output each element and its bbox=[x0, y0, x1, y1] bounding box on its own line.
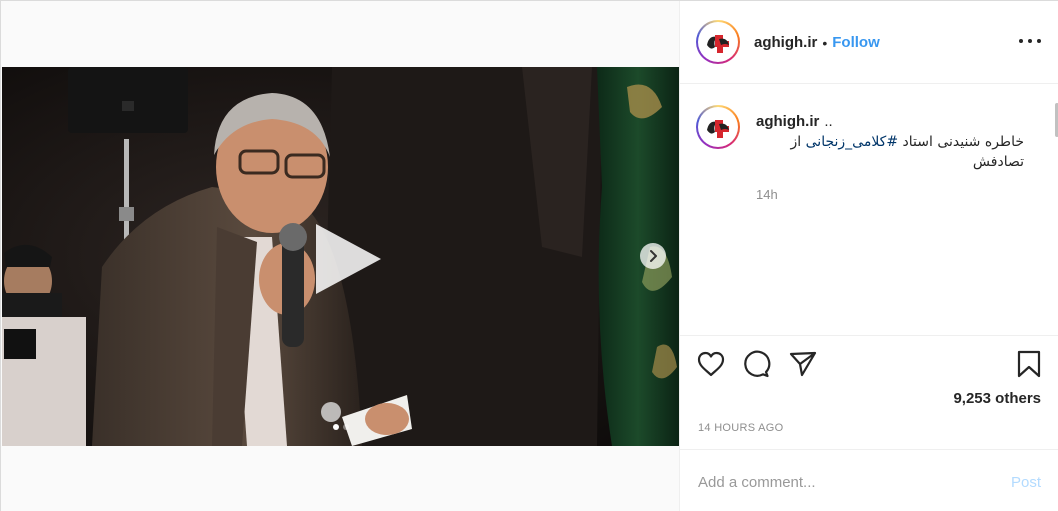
share-button[interactable] bbox=[788, 349, 818, 379]
caption-text: خاطره شنیدنی استاد #کلامی_زنجانی از تصاد… bbox=[756, 132, 1024, 172]
post-side-panel: aghigh.ir • Follow aghigh.ir .. خاطره شن… bbox=[679, 1, 1058, 511]
save-button[interactable] bbox=[1014, 349, 1044, 379]
post-header: aghigh.ir • Follow bbox=[680, 1, 1058, 84]
follow-button[interactable]: Follow bbox=[832, 34, 880, 51]
paper-plane-icon bbox=[789, 351, 817, 377]
caption-text-prefix: خاطره شنیدنی استاد bbox=[898, 134, 1024, 150]
caption-ellipsis: .. bbox=[824, 113, 833, 130]
chevron-right-icon bbox=[650, 250, 657, 262]
post-card: aghigh.ir • Follow aghigh.ir .. خاطره شن… bbox=[0, 0, 1058, 511]
comment-bubble-icon bbox=[744, 350, 771, 378]
caption-avatar[interactable] bbox=[696, 105, 740, 149]
carousel-dot bbox=[342, 424, 349, 430]
carousel-dots bbox=[2, 424, 679, 430]
avatar[interactable] bbox=[696, 20, 740, 64]
username-link[interactable]: aghigh.ir bbox=[754, 34, 817, 51]
media-pane bbox=[1, 1, 679, 511]
account-logo bbox=[700, 109, 736, 145]
carousel-dot-active bbox=[332, 424, 339, 430]
caption-user: aghigh.ir .. bbox=[756, 113, 833, 130]
post-comment-button[interactable]: Post bbox=[1011, 474, 1041, 491]
next-slide-button[interactable] bbox=[640, 243, 666, 269]
caption-username-link[interactable]: aghigh.ir bbox=[756, 113, 819, 130]
likes-count[interactable]: 9,253 others bbox=[953, 390, 1041, 407]
bookmark-icon bbox=[1017, 350, 1041, 378]
caption-timestamp[interactable]: 14h bbox=[756, 187, 778, 202]
post-video[interactable] bbox=[2, 67, 679, 446]
action-bar bbox=[680, 337, 1058, 389]
comment-button[interactable] bbox=[741, 349, 771, 379]
heart-icon bbox=[697, 351, 725, 377]
header-user: aghigh.ir • Follow bbox=[754, 34, 880, 51]
add-comment-section: Post bbox=[680, 449, 1058, 511]
post-timestamp[interactable]: 14 HOURS AGO bbox=[698, 422, 784, 434]
more-options-icon[interactable] bbox=[1019, 33, 1041, 49]
separator-dot: • bbox=[822, 34, 828, 51]
account-logo bbox=[700, 24, 736, 60]
play-button[interactable] bbox=[306, 219, 386, 299]
play-icon bbox=[316, 224, 381, 294]
hashtag-link[interactable]: #کلامی_زنجانی bbox=[806, 134, 898, 150]
comments-section: aghigh.ir .. خاطره شنیدنی استاد #کلامی_ز… bbox=[680, 85, 1058, 336]
comment-input[interactable] bbox=[698, 470, 988, 494]
like-button[interactable] bbox=[696, 349, 726, 379]
